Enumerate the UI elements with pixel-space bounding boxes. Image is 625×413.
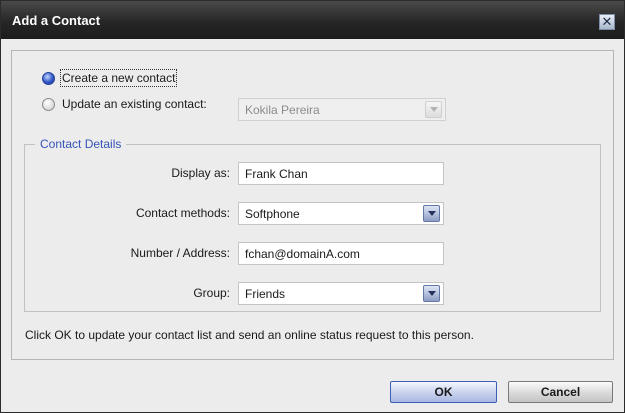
info-note: Click OK to update your contact list and… (25, 328, 474, 342)
chevron-down-icon[interactable] (423, 285, 440, 302)
existing-contact-select[interactable]: Kokila Pereira (238, 98, 446, 121)
dialog-title: Add a Contact (12, 13, 101, 28)
update-contact-label[interactable]: Update an existing contact: (62, 97, 207, 111)
display-as-field[interactable]: Frank Chan (238, 162, 444, 185)
close-icon[interactable]: ✕ (599, 14, 615, 30)
contact-details-legend: Contact Details (35, 137, 127, 151)
group-value: Friends (245, 287, 286, 301)
display-as-value: Frank Chan (245, 167, 308, 181)
cancel-button[interactable]: Cancel (508, 381, 613, 403)
chevron-down-icon[interactable] (425, 101, 442, 118)
group-label: Group: (193, 286, 230, 300)
contact-methods-select[interactable]: Softphone (238, 202, 444, 225)
display-as-label: Display as: (171, 166, 230, 180)
chevron-down-icon[interactable] (423, 205, 440, 222)
update-contact-radio[interactable] (42, 98, 55, 111)
group-select[interactable]: Friends (238, 282, 444, 305)
add-contact-dialog: Add a Contact ✕ Create a new contact Upd… (0, 0, 625, 413)
contact-methods-label: Contact methods: (135, 206, 230, 220)
address-label: Number / Address: (130, 246, 230, 260)
existing-contact-value: Kokila Pereira (245, 103, 320, 117)
contact-methods-value: Softphone (245, 207, 300, 221)
address-value: fchan@domainA.com (245, 247, 360, 261)
title-bar: Add a Contact ✕ (1, 1, 624, 39)
dialog-content: Create a new contact Update an existing … (11, 50, 614, 360)
ok-button[interactable]: OK (390, 381, 497, 403)
create-contact-label[interactable]: Create a new contact (59, 69, 178, 87)
create-contact-radio[interactable] (42, 72, 55, 85)
address-field[interactable]: fchan@domainA.com (238, 242, 444, 265)
